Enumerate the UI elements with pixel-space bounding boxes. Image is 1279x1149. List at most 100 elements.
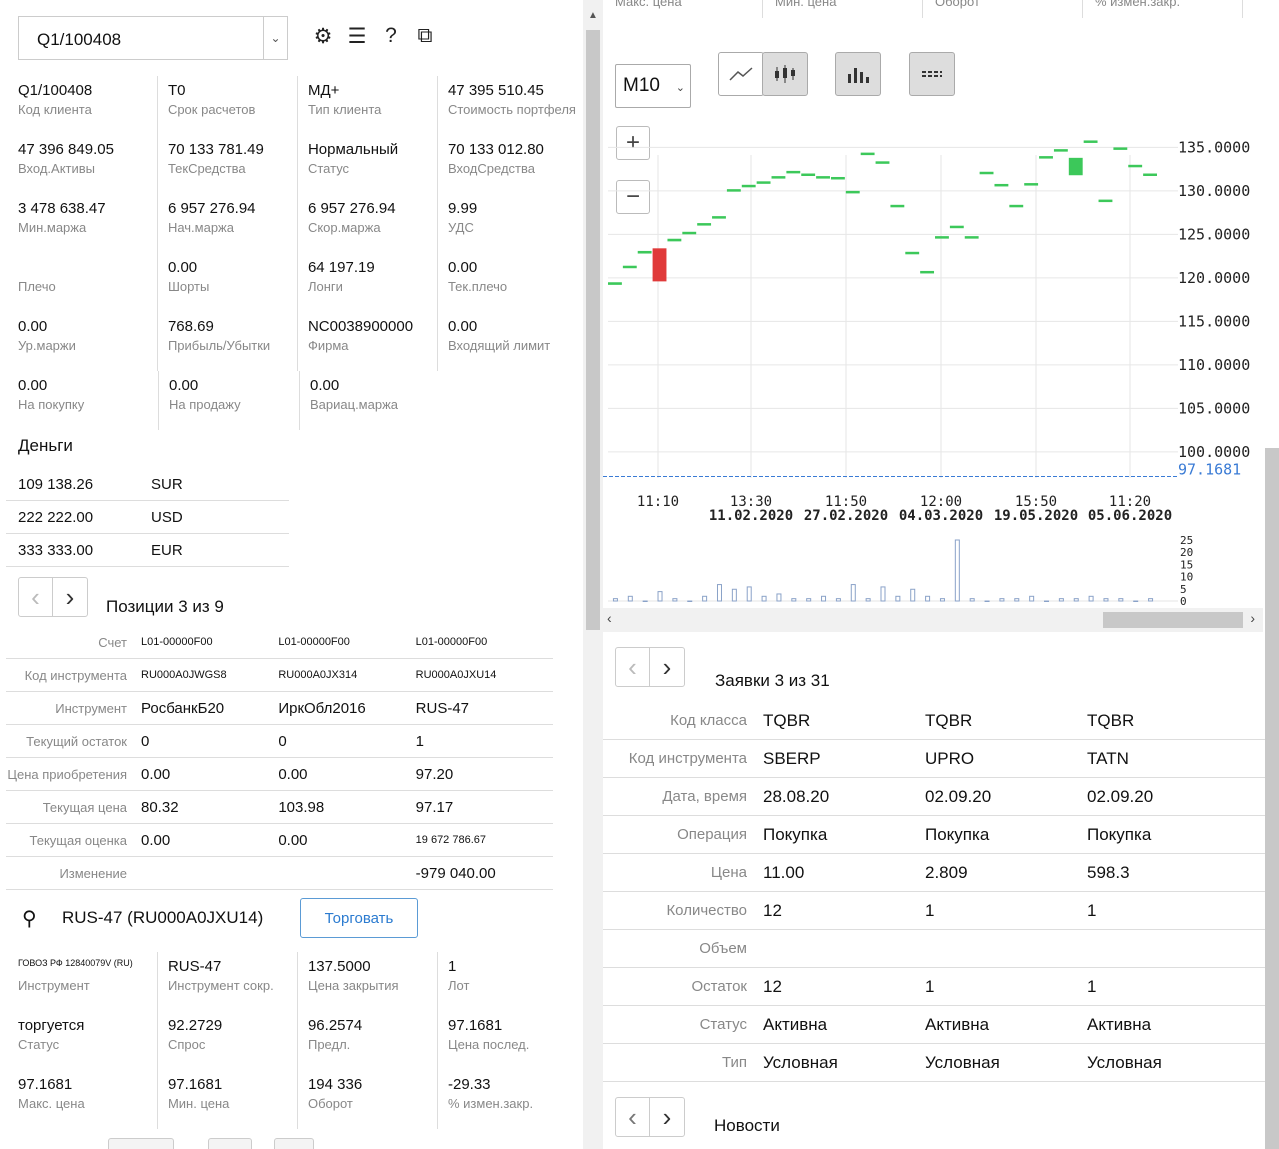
- price-chart[interactable]: 135.0000 130.0000 125.0000 120.0000 115.0000…: [603, 120, 1263, 605]
- summary-row: 47 396 849.05 Вход.Активы 70 133 781.49 Тек…: [18, 135, 578, 194]
- next-page-button[interactable]: ›: [650, 648, 684, 686]
- summary-field: T0 Срок расчетов: [158, 76, 298, 135]
- panel-toolbar: ⚙ ☰ ? ⧉: [312, 24, 436, 49]
- scroll-left-icon[interactable]: ‹: [607, 610, 612, 626]
- search-icon[interactable]: ⚲: [22, 906, 37, 931]
- candle: [801, 173, 816, 176]
- last-price-label: 97.1681: [1178, 461, 1241, 479]
- candle: [1068, 157, 1083, 176]
- scroll-up-icon[interactable]: ▲: [588, 10, 598, 21]
- chart-hscrollbar[interactable]: ‹ ›: [603, 608, 1263, 632]
- candle: [756, 181, 771, 184]
- field-label: Спрос: [167, 1037, 206, 1052]
- orders-cell: 28.08.20: [763, 786, 830, 806]
- left-scrollbar[interactable]: ▲: [583, 0, 603, 1149]
- scroll-right-icon[interactable]: ›: [1250, 610, 1255, 626]
- field-value: МД+: [307, 82, 340, 99]
- scrollbar-thumb[interactable]: [586, 30, 600, 630]
- external-link-icon[interactable]: ⧉: [414, 24, 436, 49]
- prev-page-button[interactable]: ‹: [19, 578, 53, 616]
- instrument-field: ГОВОЗ РФ 12840079V (RU) Инструмент: [18, 952, 158, 1011]
- trade-button[interactable]: Торговать: [300, 898, 418, 938]
- positions-cell: ИркОбл2016: [278, 699, 366, 717]
- prev-page-button[interactable]: ‹: [616, 1098, 650, 1136]
- field-label: Инструмент: [18, 978, 90, 993]
- search-instrument-text[interactable]: RUS-47 (RU000A0JXU14): [62, 908, 263, 928]
- money-amount: 222 222.00: [18, 508, 94, 526]
- volume-bar: [687, 600, 693, 602]
- money-table: 109 138.26 SUR 222 222.00 USD 333 333.00 EUR: [6, 468, 289, 567]
- levels-button[interactable]: [909, 52, 955, 96]
- instrument-search: ⚲ RUS-47 (RU000A0JXU14) Торговать: [18, 898, 578, 938]
- orders-row: Объем: [603, 930, 1267, 968]
- timeframe-value: M10: [623, 75, 660, 96]
- orders-cell: 598.3: [1087, 862, 1130, 882]
- news-pager: ‹ ›: [615, 1097, 685, 1137]
- field-value: 47 395 510.45: [447, 82, 544, 99]
- volume-button-stub[interactable]: [274, 1138, 314, 1149]
- right-scrollbar-thumb[interactable]: [1265, 448, 1279, 1149]
- help-icon[interactable]: ?: [380, 24, 402, 49]
- field-value: 0.00: [18, 377, 48, 394]
- account-select[interactable]: Q1/100408 ⌄: [18, 16, 288, 60]
- field-label: Макс. цена: [18, 1096, 85, 1111]
- volume-tick-label: 5: [1180, 583, 1187, 596]
- orders-label: Объем: [699, 940, 747, 957]
- chart-type-button-stub[interactable]: [208, 1138, 252, 1149]
- field-label: Лонги: [307, 279, 343, 294]
- positions-cell: 97.20: [415, 765, 454, 783]
- timeframe-select[interactable]: M10 ⌄: [615, 64, 691, 108]
- field-value: Нормальный: [307, 141, 399, 158]
- instrument-row: 97.1681 Макс. цена 97.1681 Мин. цена 194 336…: [18, 1070, 578, 1129]
- top-label: Мин. цена: [763, 0, 923, 18]
- instrument-row: ГОВОЗ РФ 12840079V (RU) Инструмент RUS-47 И…: [18, 952, 578, 1011]
- instrument-field: 96.2574 Предл.: [298, 1011, 438, 1070]
- candle: [1039, 156, 1053, 159]
- line-chart-button[interactable]: [718, 52, 764, 96]
- orders-row: Операция Покупка Покупка Покупка: [603, 816, 1267, 854]
- timeframe-select-stub[interactable]: [108, 1138, 174, 1149]
- positions-row: Инструмент РосбанкБ20 ИркОбл2016 RUS-47: [6, 692, 553, 725]
- volume-bar: [939, 598, 945, 602]
- summary-row: 0.00 На покупку 0.00 На продажу 0.00 Вариац.м…: [18, 371, 578, 430]
- positions-cell: 97.17: [415, 798, 454, 816]
- summary-field: Плечо: [18, 253, 158, 312]
- positions-row: Счет L01-00000F00 L01-00000F00 L01-00000F00: [6, 626, 553, 659]
- top-cut-labels: Макс. цена Мин. цена Оборот % измен.закр…: [603, 0, 1279, 18]
- volume-bar: [791, 598, 797, 602]
- prev-page-button[interactable]: ‹: [616, 648, 650, 686]
- orders-cell: SBERP: [763, 748, 821, 768]
- orders-table: Код класса TQBR TQBR TQBR Код инструмента SBE…: [603, 702, 1267, 1082]
- x-tick-date: 11.02.2020: [709, 508, 793, 524]
- price-tick-label: 110.0000: [1178, 356, 1250, 374]
- gear-icon[interactable]: ⚙: [312, 24, 334, 49]
- hscroll-thumb[interactable]: [1103, 612, 1243, 628]
- candle: [697, 223, 712, 226]
- field-label: Входящий лимит: [447, 338, 551, 353]
- volume-button[interactable]: [835, 52, 881, 96]
- next-page-button[interactable]: ›: [650, 1098, 684, 1136]
- field-label: На покупку: [18, 397, 85, 412]
- orders-cell: Активна: [1087, 1014, 1152, 1034]
- positions-row: Цена приобретения 0.00 0.00 97.20: [6, 758, 553, 791]
- positions-title: Позиции 3 из 9: [106, 597, 224, 616]
- candlestick-button[interactable]: [762, 52, 808, 96]
- next-page-button[interactable]: ›: [53, 578, 87, 616]
- volume-bar: [1073, 598, 1079, 602]
- orders-cell: 1: [925, 976, 935, 996]
- orders-cell: UPRO: [925, 748, 975, 768]
- summary-field: 47 396 849.05 Вход.Активы: [18, 135, 158, 194]
- orders-label: Цена: [710, 864, 747, 881]
- positions-row: Текущая оценка 0.00 0.00 19 672 786.67: [6, 824, 553, 857]
- instrument-field: 194 336 Оборот: [298, 1070, 438, 1129]
- summary-field: МД+ Тип клиента: [298, 76, 438, 135]
- volume-bar: [835, 598, 841, 602]
- summary-field: 768.69 Прибыль/Убытки: [158, 312, 298, 371]
- orders-label: Дата, время: [662, 788, 747, 805]
- list-icon[interactable]: ☰: [346, 24, 368, 49]
- orders-pager: ‹ ›: [615, 647, 685, 687]
- orders-row: Код инструмента SBERP UPRO TATN: [603, 740, 1267, 778]
- chevron-down-icon[interactable]: ⌄: [263, 17, 287, 59]
- orders-cell: 2.809: [925, 862, 968, 882]
- summary-field: 70 133 781.49 ТекСредства: [158, 135, 298, 194]
